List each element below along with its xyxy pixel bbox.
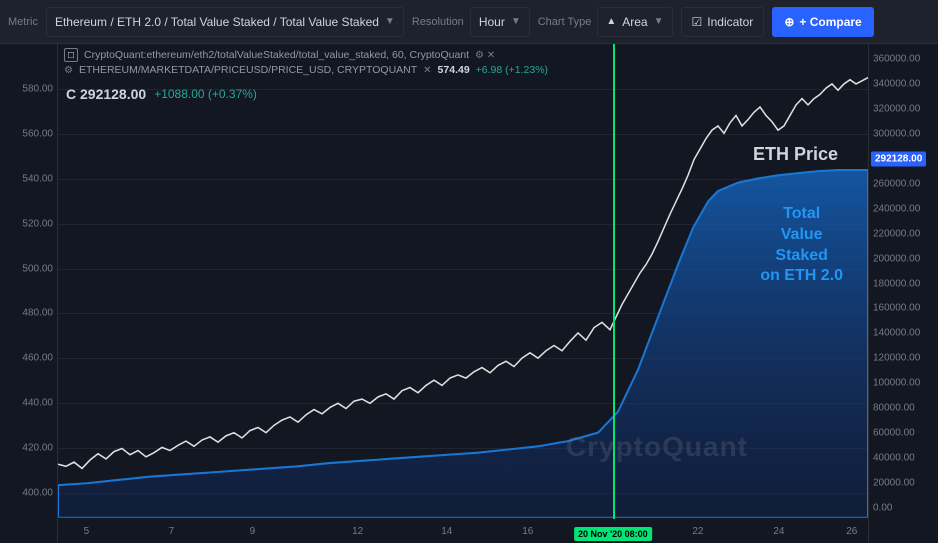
right-label-7: 240000.00 <box>873 203 920 214</box>
value-change: +1088.00 (+0.37%) <box>154 87 257 101</box>
series2-value: 574.49 <box>438 64 470 76</box>
time-label-14: 14 <box>441 526 452 537</box>
left-price-axis: 580.00 560.00 540.00 520.00 500.00 480.0… <box>0 44 58 543</box>
time-label-12: 12 <box>352 526 363 537</box>
left-axis-label-5: 500.00 <box>22 263 53 274</box>
left-axis-label-4: 520.00 <box>22 218 53 229</box>
left-axis-label-6: 480.00 <box>22 308 53 319</box>
main-value: C 292128.00 <box>66 86 146 102</box>
chart-type-group: Chart Type ▲ Area ▼ <box>538 7 673 37</box>
series-info-bar: ☐ CryptoQuant:ethereum/eth2/totalValueSt… <box>58 44 868 82</box>
left-axis-label-9: 420.00 <box>22 443 53 454</box>
right-label-9: 200000.00 <box>873 253 920 264</box>
time-label-16: 16 <box>522 526 533 537</box>
resolution-group: Resolution Hour ▼ <box>412 7 530 37</box>
right-label-10: 180000.00 <box>873 278 920 289</box>
time-label-22: 22 <box>692 526 703 537</box>
right-label-8: 220000.00 <box>873 228 920 239</box>
toolbar: Metric Ethereum / ETH 2.0 / Total Value … <box>0 0 938 44</box>
left-axis-label-10: 400.00 <box>22 488 53 499</box>
series-row-2: ⚙ ETHEREUM/MARKETDATA/PRICEUSD/PRICE_USD… <box>64 64 548 76</box>
series1-settings: ⚙ ✕ <box>475 50 495 61</box>
right-label-17: 40000.00 <box>873 453 915 464</box>
eth-price-annotation: ETH Price <box>753 144 838 165</box>
right-label-16: 60000.00 <box>873 428 915 439</box>
chart-main[interactable]: ☐ CryptoQuant:ethereum/eth2/totalValueSt… <box>58 44 868 543</box>
right-label-12: 140000.00 <box>873 328 920 339</box>
metric-select[interactable]: Ethereum / ETH 2.0 / Total Value Staked … <box>46 7 404 37</box>
right-label-11: 160000.00 <box>873 303 920 314</box>
right-price-axis: 360000.00 340000.00 320000.00 300000.00 … <box>868 44 938 543</box>
right-label-15: 80000.00 <box>873 403 915 414</box>
current-value-badge: C 292128.00 +1088.00 (+0.37%) <box>66 86 257 102</box>
series2-change: +6.98 (+1.23%) <box>476 64 548 76</box>
time-label-9: 9 <box>250 526 256 537</box>
compare-plus-icon: ⊕ <box>784 15 794 29</box>
left-axis-label-3: 540.00 <box>22 173 53 184</box>
time-label-5: 5 <box>84 526 90 537</box>
time-label-26: 26 <box>846 526 857 537</box>
right-label-14: 100000.00 <box>873 378 920 389</box>
indicator-label: Indicator <box>707 15 753 29</box>
right-label-19: 0.00 <box>873 503 892 514</box>
time-label-nov20: 20 Nov '20 08:00 <box>574 527 652 541</box>
resolution-label: Resolution <box>412 16 464 28</box>
metric-value: Ethereum / ETH 2.0 / Total Value Staked … <box>55 15 379 29</box>
time-axis: 5 7 9 12 14 16 18 20 Nov '20 08:00 22 24… <box>58 519 868 543</box>
chart-type-select[interactable]: ▲ Area ▼ <box>597 7 672 37</box>
resolution-select[interactable]: Hour ▼ <box>470 7 530 37</box>
left-axis-label-2: 560.00 <box>22 128 53 139</box>
left-axis-label-8: 440.00 <box>22 398 53 409</box>
time-label-24: 24 <box>773 526 784 537</box>
left-axis-label-7: 460.00 <box>22 353 53 364</box>
right-label-18: 20000.00 <box>873 478 915 489</box>
chart-type-arrow: ▼ <box>654 16 664 27</box>
indicator-button[interactable]: ☑ Indicator <box>681 7 765 37</box>
right-label-1: 360000.00 <box>873 53 920 64</box>
resolution-arrow: ▼ <box>511 16 521 27</box>
chart-type-icon: ▲ <box>606 16 616 27</box>
series1-icon: ☐ <box>64 48 78 62</box>
metric-label: Metric <box>8 16 38 28</box>
indicator-checkbox: ☑ <box>692 15 703 29</box>
vertical-line <box>613 44 615 519</box>
chart-svg <box>58 44 868 543</box>
chart-type-label: Chart Type <box>538 16 592 28</box>
left-axis-label-1: 580.00 <box>22 83 53 94</box>
time-label-7: 7 <box>169 526 175 537</box>
right-label-4: 300000.00 <box>873 128 920 139</box>
right-label-2: 340000.00 <box>873 78 920 89</box>
right-label-13: 120000.00 <box>873 353 920 364</box>
chart-container: 580.00 560.00 540.00 520.00 500.00 480.0… <box>0 44 938 543</box>
series1-name: CryptoQuant:ethereum/eth2/totalValueStak… <box>84 49 469 61</box>
resolution-value: Hour <box>479 15 505 29</box>
chart-type-value: Area <box>622 15 647 29</box>
compare-button[interactable]: ⊕ + Compare <box>772 7 873 37</box>
metric-dropdown-arrow: ▼ <box>385 16 395 27</box>
series-row-1: ☐ CryptoQuant:ethereum/eth2/totalValueSt… <box>64 48 495 62</box>
price-tag: 292128.00 <box>871 151 926 166</box>
series2-icon: ⚙ <box>64 65 73 76</box>
tvs-annotation: Total Value Staked on ETH 2.0 <box>760 204 843 287</box>
right-label-6: 260000.00 <box>873 178 920 189</box>
series2-name: ETHEREUM/MARKETDATA/PRICEUSD/PRICE_USD, … <box>79 64 417 76</box>
right-label-3: 320000.00 <box>873 103 920 114</box>
compare-label: + Compare <box>799 15 861 29</box>
series2-settings: ✕ <box>423 65 431 76</box>
